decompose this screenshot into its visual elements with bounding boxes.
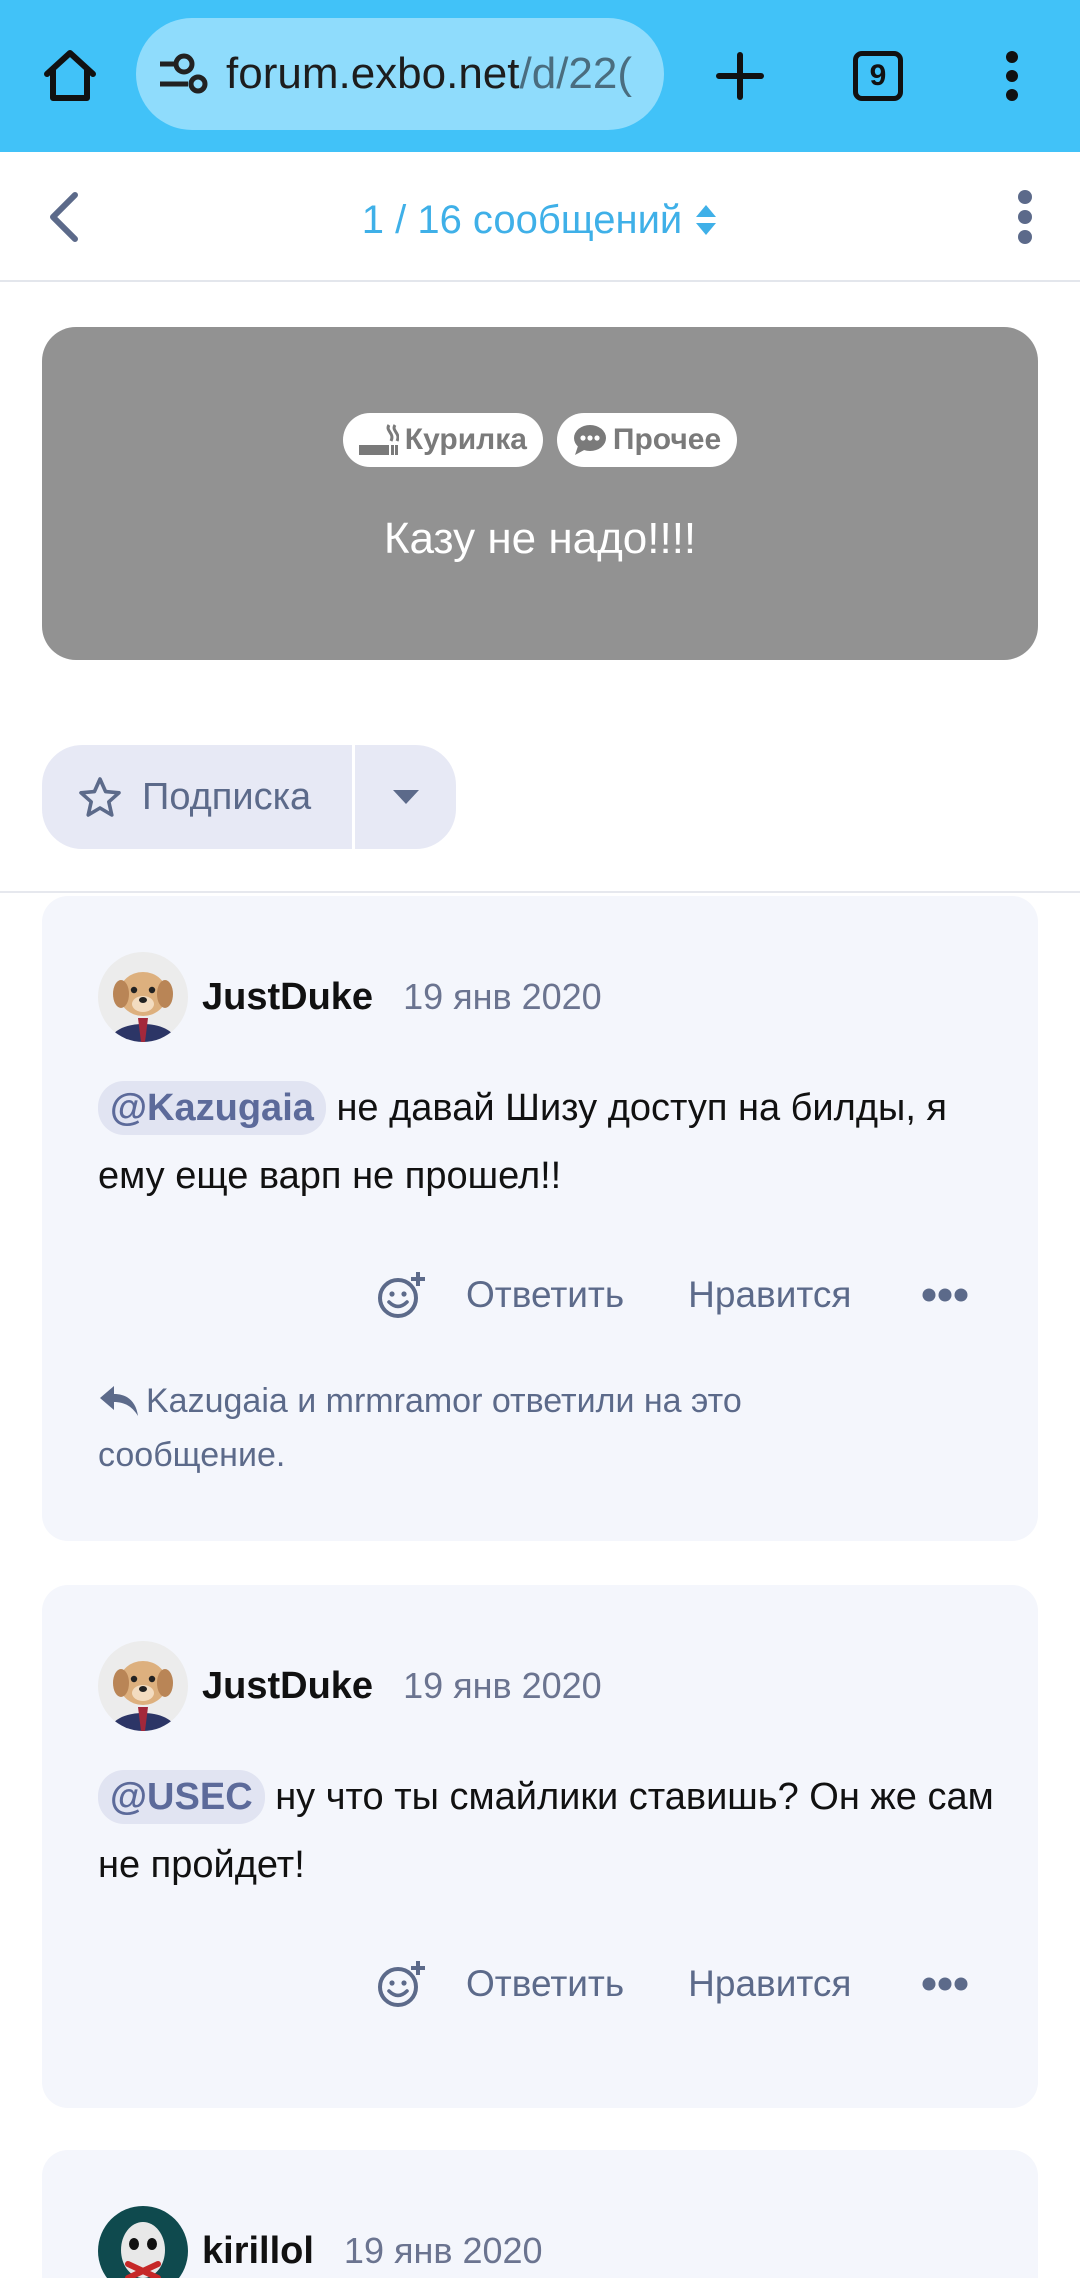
replied-by-note[interactable]: Kazugaia и mrmramor ответили на это сооб… [98, 1374, 858, 1482]
avatar[interactable] [98, 952, 188, 1042]
post-card: JustDuke 19 янв 2020 @USEC ну что ты сма… [42, 1585, 1038, 2108]
horizontal-dots-icon [922, 1977, 968, 1991]
vertical-dots-icon [1006, 51, 1018, 101]
caret-down-icon [392, 790, 419, 804]
post-counter-button[interactable]: 1 / 16 сообщений [300, 192, 780, 248]
post-header: JustDuke 19 янв 2020 [98, 952, 602, 1042]
like-button[interactable]: Нравится [688, 1274, 851, 1316]
post-date[interactable]: 19 янв 2020 [344, 2230, 543, 2272]
subscribe-dropdown-button[interactable] [355, 745, 456, 849]
post-card: kirillol 19 янв 2020 [42, 2150, 1038, 2278]
tag-label: Прочее [612, 423, 722, 456]
add-reaction-button[interactable] [366, 1949, 436, 2019]
post-actions: Ответить Нравится [366, 1260, 975, 1330]
post-date[interactable]: 19 янв 2020 [403, 1665, 602, 1707]
tab-switcher-button[interactable]: 9 [838, 36, 918, 116]
post-actions: Ответить Нравится [366, 1949, 975, 2019]
post-header: kirillol 19 янв 2020 [98, 2206, 543, 2278]
replied-note-text: Kazugaia и mrmramor ответили на это сооб… [98, 1382, 742, 1474]
address-bar[interactable]: forum.exbo.net/d/22( [136, 18, 664, 130]
sort-icon [696, 205, 717, 235]
like-button[interactable]: Нравится [688, 1963, 851, 2005]
author-name[interactable]: JustDuke [202, 976, 373, 1019]
reply-button[interactable]: Ответить [466, 1963, 624, 2005]
avatar[interactable] [98, 1641, 188, 1731]
subscribe-button[interactable]: Подписка [42, 745, 352, 849]
post-counter-label: 1 / 16 сообщений [361, 197, 683, 242]
add-reaction-icon [378, 1961, 425, 2007]
url-host: forum.exbo.net [226, 49, 520, 98]
subscribe-label: Подписка [142, 775, 312, 818]
tab-count: 9 [853, 51, 903, 101]
tag-prochee[interactable]: Прочее [556, 413, 738, 467]
discussion-title: Казу не надо!!!! [383, 514, 697, 563]
post-card: JustDuke 19 янв 2020 @Kazugaia не давай … [42, 896, 1038, 1541]
user-mention[interactable]: @USEC [98, 1770, 265, 1824]
tag-kurilka[interactable]: Курилка [342, 413, 543, 467]
forum-menu-button[interactable] [990, 182, 1060, 252]
forum-header: 1 / 16 сообщений [0, 152, 1080, 282]
user-mention[interactable]: @Kazugaia [98, 1081, 326, 1135]
new-tab-button[interactable] [700, 36, 780, 116]
reply-arrow-icon [100, 1386, 138, 1416]
subscription-controls: Подписка [42, 745, 456, 849]
post-content: @Kazugaia не давай Шизу доступ на билды,… [98, 1074, 998, 1210]
author-name[interactable]: JustDuke [202, 1665, 373, 1708]
avatar[interactable] [98, 2206, 188, 2278]
post-more-button[interactable] [915, 1275, 975, 1315]
plus-icon [716, 52, 764, 100]
chevron-left-icon [50, 192, 78, 242]
tag-label: Курилка [404, 423, 527, 456]
post-content: @USEC ну что ты смайлики ставишь? Он же … [98, 1763, 998, 1899]
vertical-dots-icon [1018, 190, 1032, 244]
divider [0, 891, 1080, 893]
author-name[interactable]: kirillol [202, 2230, 314, 2273]
home-button[interactable] [30, 36, 110, 116]
puppy-avatar-icon [98, 952, 188, 1042]
post-header: JustDuke 19 янв 2020 [98, 1641, 602, 1731]
add-reaction-icon [378, 1272, 425, 1318]
post-more-button[interactable] [915, 1964, 975, 2004]
puppy-avatar-icon [98, 1641, 188, 1731]
browser-toolbar: forum.exbo.net/d/22( 9 [0, 0, 1080, 152]
browser-menu-button[interactable] [972, 36, 1052, 116]
horizontal-dots-icon [922, 1288, 968, 1302]
site-settings-icon[interactable] [158, 52, 208, 96]
url-path: /d/22( [519, 49, 633, 98]
discussion-hero: Курилка Прочее Казу не надо!!!! [42, 327, 1038, 660]
comment-icon [573, 425, 606, 455]
add-reaction-button[interactable] [366, 1260, 436, 1330]
home-icon [44, 50, 96, 101]
star-icon [79, 777, 121, 817]
reply-button[interactable]: Ответить [466, 1274, 624, 1316]
tag-list: Курилка Прочее [42, 413, 1038, 467]
url-text: forum.exbo.net/d/22( [226, 48, 656, 100]
smoking-icon [358, 424, 399, 455]
post-date[interactable]: 19 янв 2020 [403, 976, 602, 1018]
back-button[interactable] [28, 182, 98, 252]
masked-avatar-icon [98, 2206, 188, 2278]
